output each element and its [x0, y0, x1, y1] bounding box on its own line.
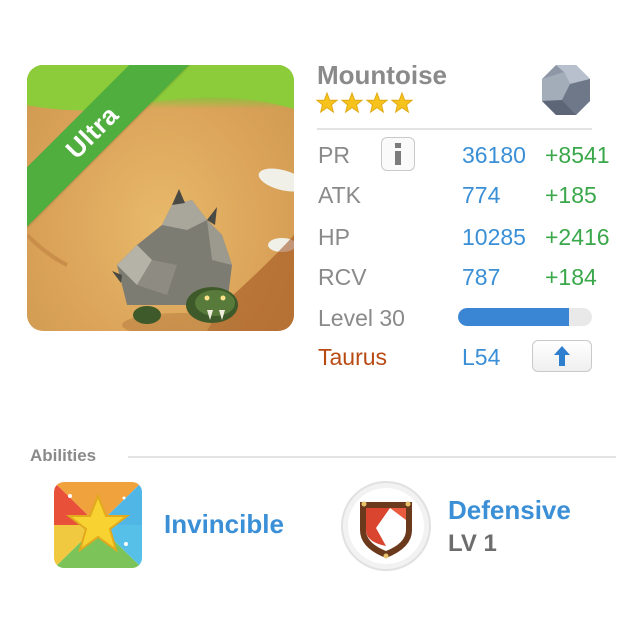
stone-element-icon: [542, 65, 590, 115]
shield-ability-icon[interactable]: [340, 480, 432, 572]
rcv-value: 787: [462, 264, 501, 290]
atk-bonus: +185: [545, 182, 597, 208]
arrow-up-icon: [554, 346, 570, 366]
star-icon: [366, 92, 388, 114]
zodiac-label: Taurus: [318, 344, 388, 370]
header-divider: [317, 128, 592, 130]
abilities-heading: Abilities: [30, 446, 97, 465]
level-progress-bar: [458, 308, 592, 326]
abilities-divider: [128, 456, 616, 458]
atk-value: 774: [462, 182, 501, 208]
pr-bonus: +8541: [545, 142, 610, 168]
mountoise-creature: [112, 189, 242, 331]
pr-label: PR: [318, 142, 350, 168]
pr-value: 36180: [462, 142, 526, 168]
monster-card[interactable]: Ultra ♉: [27, 65, 294, 331]
level-label: Level 30: [318, 305, 405, 331]
info-icon: [395, 143, 401, 165]
star-icon: [341, 92, 363, 114]
monster-name: Mountoise: [317, 60, 447, 90]
hp-label: HP: [318, 224, 350, 250]
ability-defensive-name: Defensive: [448, 495, 571, 525]
star-rating: [316, 92, 413, 118]
hp-bonus: +2416: [545, 224, 610, 250]
hp-value: 10285: [462, 224, 526, 250]
zodiac-level: L54: [462, 344, 501, 370]
pr-info-button[interactable]: [381, 137, 415, 171]
rcv-label: RCV: [318, 264, 367, 290]
star-icon: [391, 92, 413, 114]
level-progress-fill: [458, 308, 570, 326]
star-ability-icon[interactable]: [54, 482, 142, 568]
rcv-bonus: +184: [545, 264, 597, 290]
ability-invincible-name: Invincible: [164, 509, 284, 539]
star-icon: [316, 92, 338, 114]
atk-label: ATK: [318, 182, 362, 208]
ability-defensive-level: LV 1: [448, 530, 497, 557]
zodiac-upgrade-button[interactable]: [532, 340, 592, 372]
